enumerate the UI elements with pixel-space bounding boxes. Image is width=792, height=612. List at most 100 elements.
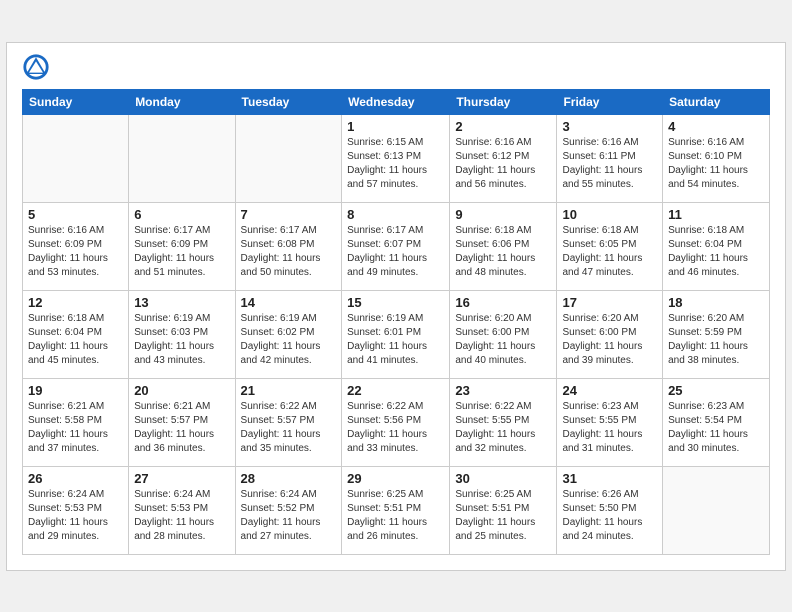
- day-cell: 19Sunrise: 6:21 AMSunset: 5:58 PMDayligh…: [23, 378, 129, 466]
- calendar-grid: SundayMondayTuesdayWednesdayThursdayFrid…: [22, 89, 770, 555]
- day-info: Sunrise: 6:18 AMSunset: 6:04 PMDaylight:…: [28, 312, 123, 368]
- day-cell: 5 Sunrise: 6:16 AMSunset: 6:09 PMDaylight…: [23, 202, 129, 290]
- day-number: 18: [668, 295, 764, 310]
- week-row: 1 Sunrise: 6:15 AMSunset: 6:13 PMDaylight…: [23, 114, 770, 202]
- day-info: Sunrise: 6:21 AMSunset: 5:58 PMDaylight:…: [28, 400, 123, 456]
- day-number: 7: [241, 207, 337, 222]
- day-info: Sunrise: 6:20 AMSunset: 6:00 PMDaylight:…: [562, 312, 657, 368]
- day-number: 21: [241, 383, 337, 398]
- day-cell: 4 Sunrise: 6:16 AMSunset: 6:10 PMDaylight…: [663, 114, 770, 202]
- weekday-header: Sunday: [23, 89, 129, 114]
- day-cell: 8Sunrise: 6:17 AMSunset: 6:07 PMDaylight…: [342, 202, 450, 290]
- day-info: Sunrise: 6:20 AMSunset: 6:00 PMDaylight:…: [455, 312, 551, 368]
- day-number: 17: [562, 295, 657, 310]
- weekday-header: Saturday: [663, 89, 770, 114]
- day-number: 11: [668, 207, 764, 222]
- day-cell: [235, 114, 342, 202]
- day-info: Sunrise: 6:23 AMSunset: 5:55 PMDaylight:…: [562, 400, 657, 456]
- week-row: 5 Sunrise: 6:16 AMSunset: 6:09 PMDaylight…: [23, 202, 770, 290]
- day-number: 27: [134, 471, 229, 486]
- day-cell: 25Sunrise: 6:23 AMSunset: 5:54 PMDayligh…: [663, 378, 770, 466]
- day-cell: 20 Sunrise: 6:21 AMSunset: 5:57 PMDayligh…: [129, 378, 235, 466]
- day-cell: 18 Sunrise: 6:20 AMSunset: 5:59 PMDayligh…: [663, 290, 770, 378]
- day-number: 6: [134, 207, 229, 222]
- week-row: 19Sunrise: 6:21 AMSunset: 5:58 PMDayligh…: [23, 378, 770, 466]
- weekday-header: Monday: [129, 89, 235, 114]
- day-info: Sunrise: 6:17 AMSunset: 6:07 PMDaylight:…: [347, 224, 444, 280]
- day-cell: 9 Sunrise: 6:18 AMSunset: 6:06 PMDaylight…: [450, 202, 557, 290]
- weekday-header: Thursday: [450, 89, 557, 114]
- day-info: Sunrise: 6:16 AMSunset: 6:10 PMDaylight:…: [668, 136, 764, 192]
- day-cell: 23Sunrise: 6:22 AMSunset: 5:55 PMDayligh…: [450, 378, 557, 466]
- weekday-header: Friday: [557, 89, 663, 114]
- day-number: 15: [347, 295, 444, 310]
- day-number: 9: [455, 207, 551, 222]
- day-info: Sunrise: 6:17 AMSunset: 6:08 PMDaylight:…: [241, 224, 337, 280]
- day-cell: 6 Sunrise: 6:17 AMSunset: 6:09 PMDaylight…: [129, 202, 235, 290]
- day-number: 14: [241, 295, 337, 310]
- day-info: Sunrise: 6:21 AMSunset: 5:57 PMDaylight:…: [134, 400, 229, 456]
- day-info: Sunrise: 6:19 AMSunset: 6:02 PMDaylight:…: [241, 312, 337, 368]
- day-cell: 22 Sunrise: 6:22 AMSunset: 5:56 PMDayligh…: [342, 378, 450, 466]
- day-cell: 27Sunrise: 6:24 AMSunset: 5:53 PMDayligh…: [129, 466, 235, 554]
- day-info: Sunrise: 6:16 AMSunset: 6:11 PMDaylight:…: [562, 136, 657, 192]
- day-info: Sunrise: 6:18 AMSunset: 6:04 PMDaylight:…: [668, 224, 764, 280]
- day-info: Sunrise: 6:15 AMSunset: 6:13 PMDaylight:…: [347, 136, 444, 192]
- logo: [22, 53, 52, 81]
- weekday-header: Wednesday: [342, 89, 450, 114]
- day-number: 2: [455, 119, 551, 134]
- day-info: Sunrise: 6:22 AMSunset: 5:56 PMDaylight:…: [347, 400, 444, 456]
- day-info: Sunrise: 6:19 AMSunset: 6:01 PMDaylight:…: [347, 312, 444, 368]
- day-info: Sunrise: 6:16 AMSunset: 6:09 PMDaylight:…: [28, 224, 123, 280]
- day-cell: 7 Sunrise: 6:17 AMSunset: 6:08 PMDaylight…: [235, 202, 342, 290]
- week-row: 26 Sunrise: 6:24 AMSunset: 5:53 PMDayligh…: [23, 466, 770, 554]
- day-info: Sunrise: 6:24 AMSunset: 5:52 PMDaylight:…: [241, 488, 337, 544]
- day-info: Sunrise: 6:25 AMSunset: 5:51 PMDaylight:…: [455, 488, 551, 544]
- day-number: 4: [668, 119, 764, 134]
- day-info: Sunrise: 6:18 AMSunset: 6:05 PMDaylight:…: [562, 224, 657, 280]
- day-number: 20: [134, 383, 229, 398]
- day-number: 1: [347, 119, 444, 134]
- day-cell: 21 Sunrise: 6:22 AMSunset: 5:57 PMDayligh…: [235, 378, 342, 466]
- day-cell: 12 Sunrise: 6:18 AMSunset: 6:04 PMDayligh…: [23, 290, 129, 378]
- day-info: Sunrise: 6:16 AMSunset: 6:12 PMDaylight:…: [455, 136, 551, 192]
- calendar-container: SundayMondayTuesdayWednesdayThursdayFrid…: [6, 42, 786, 571]
- day-number: 12: [28, 295, 123, 310]
- day-number: 13: [134, 295, 229, 310]
- day-number: 30: [455, 471, 551, 486]
- day-info: Sunrise: 6:25 AMSunset: 5:51 PMDaylight:…: [347, 488, 444, 544]
- day-cell: 3 Sunrise: 6:16 AMSunset: 6:11 PMDaylight…: [557, 114, 663, 202]
- day-number: 31: [562, 471, 657, 486]
- weekday-header: Tuesday: [235, 89, 342, 114]
- day-cell: [129, 114, 235, 202]
- day-cell: 13Sunrise: 6:19 AMSunset: 6:03 PMDayligh…: [129, 290, 235, 378]
- day-number: 16: [455, 295, 551, 310]
- day-info: Sunrise: 6:22 AMSunset: 5:57 PMDaylight:…: [241, 400, 337, 456]
- day-cell: 15 Sunrise: 6:19 AMSunset: 6:01 PMDayligh…: [342, 290, 450, 378]
- day-number: 5: [28, 207, 123, 222]
- day-cell: 10Sunrise: 6:18 AMSunset: 6:05 PMDayligh…: [557, 202, 663, 290]
- day-cell: 14 Sunrise: 6:19 AMSunset: 6:02 PMDayligh…: [235, 290, 342, 378]
- logo-icon: [22, 53, 50, 81]
- day-info: Sunrise: 6:17 AMSunset: 6:09 PMDaylight:…: [134, 224, 229, 280]
- day-number: 26: [28, 471, 123, 486]
- day-info: Sunrise: 6:24 AMSunset: 5:53 PMDaylight:…: [28, 488, 123, 544]
- day-info: Sunrise: 6:20 AMSunset: 5:59 PMDaylight:…: [668, 312, 764, 368]
- day-number: 29: [347, 471, 444, 486]
- day-cell: 30 Sunrise: 6:25 AMSunset: 5:51 PMDayligh…: [450, 466, 557, 554]
- day-cell: [23, 114, 129, 202]
- day-info: Sunrise: 6:18 AMSunset: 6:06 PMDaylight:…: [455, 224, 551, 280]
- calendar-header: [22, 53, 770, 81]
- day-number: 24: [562, 383, 657, 398]
- day-cell: 1 Sunrise: 6:15 AMSunset: 6:13 PMDaylight…: [342, 114, 450, 202]
- day-number: 28: [241, 471, 337, 486]
- weekday-header-row: SundayMondayTuesdayWednesdayThursdayFrid…: [23, 89, 770, 114]
- day-info: Sunrise: 6:22 AMSunset: 5:55 PMDaylight:…: [455, 400, 551, 456]
- day-cell: 31Sunrise: 6:26 AMSunset: 5:50 PMDayligh…: [557, 466, 663, 554]
- week-row: 12 Sunrise: 6:18 AMSunset: 6:04 PMDayligh…: [23, 290, 770, 378]
- day-number: 22: [347, 383, 444, 398]
- day-cell: 17 Sunrise: 6:20 AMSunset: 6:00 PMDayligh…: [557, 290, 663, 378]
- day-number: 3: [562, 119, 657, 134]
- day-number: 25: [668, 383, 764, 398]
- day-cell: 11 Sunrise: 6:18 AMSunset: 6:04 PMDayligh…: [663, 202, 770, 290]
